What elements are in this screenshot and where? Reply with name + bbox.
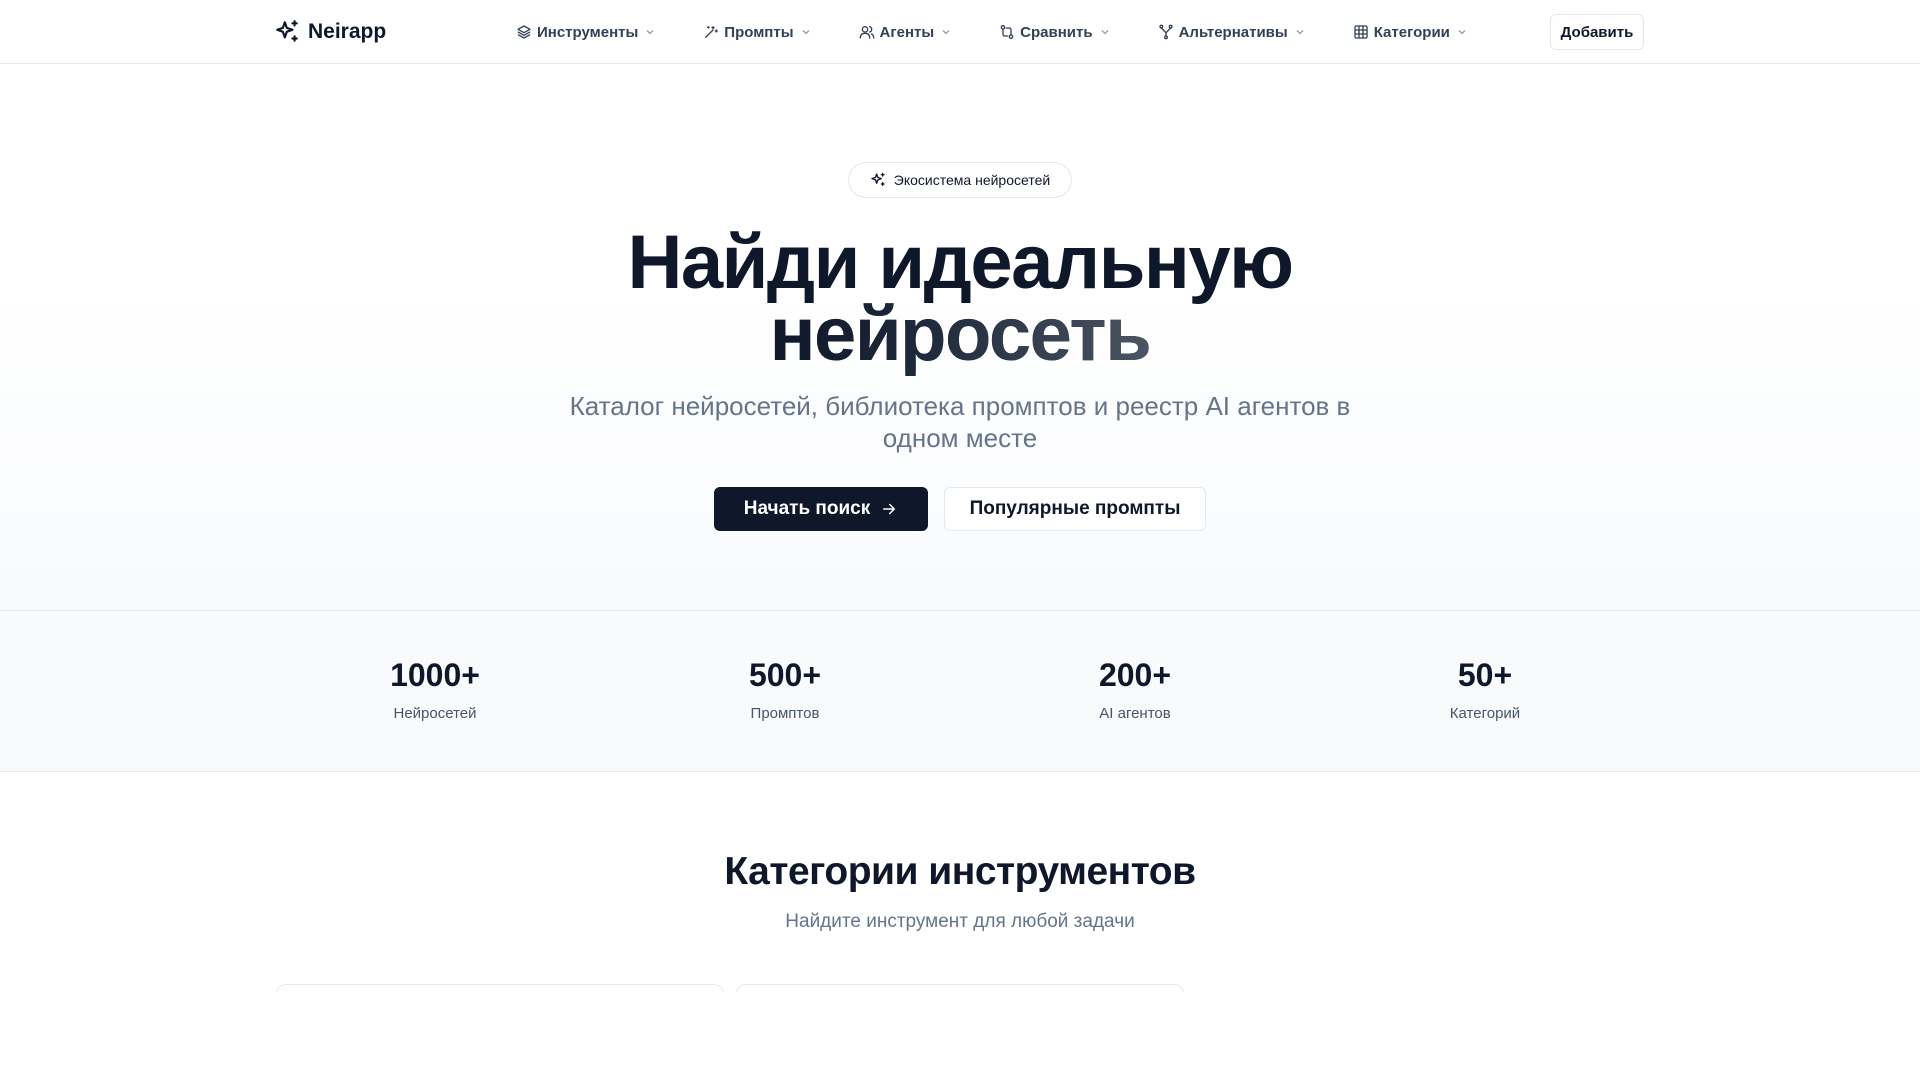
nav-item-label: Агенты <box>879 23 935 41</box>
categories-subtitle: Найдите инструмент для любой задачи <box>785 911 1135 932</box>
chevron-down-icon <box>941 27 951 37</box>
hero-title-line2-wrap: нейросеть <box>0 297 1920 373</box>
nav-item-label: Категории <box>1373 23 1450 41</box>
chevron-down-icon <box>801 27 811 37</box>
popular-prompts-label: Популярные промпты <box>969 498 1181 519</box>
add-button[interactable]: Добавить <box>1550 14 1644 50</box>
start-search-button[interactable]: Начать поиск <box>714 487 928 531</box>
stat-categories: 50+ Категорий <box>1335 659 1635 722</box>
nav-item-prompts[interactable]: Промпты <box>703 24 810 41</box>
stat-label: Категорий <box>1449 705 1521 722</box>
users-icon <box>859 24 875 40</box>
hero-subtitle: Каталог нейросетей, библиотека промптов … <box>569 391 1351 453</box>
stats-section: 1000+ Нейросетей 500+ Промптов 200+ AI а… <box>0 610 1920 772</box>
chevron-down-icon <box>645 27 655 37</box>
stat-value: 1000+ <box>390 657 480 693</box>
page: Neirapp Инструменты Промпты Агенты Сравн… <box>0 0 1920 1080</box>
wand-icon <box>703 24 719 40</box>
arrow-right-icon <box>883 503 896 515</box>
ecosystem-badge: Экосистема нейросетей <box>848 162 1072 198</box>
nav-item-alternatives[interactable]: Альтернативы <box>1158 24 1305 41</box>
nav-item-categories[interactable]: Категории <box>1353 24 1467 41</box>
stat-label: Промптов <box>750 705 820 722</box>
stat-agents: 200+ AI агентов <box>985 659 1285 722</box>
grid-icon <box>1353 24 1369 40</box>
top-navigation: Neirapp Инструменты Промпты Агенты Сравн… <box>0 0 1920 64</box>
hero-title-line1: Найди идеальную <box>627 220 1294 305</box>
compare-icon <box>999 24 1015 40</box>
nav-item-label: Инструменты <box>537 23 639 41</box>
sparkles-icon <box>871 172 885 186</box>
nav-item-label: Сравнить <box>1020 23 1093 41</box>
logo[interactable]: Neirapp <box>274 18 386 46</box>
chevron-down-icon <box>1457 27 1467 37</box>
hero-section: Экосистема нейросетей Найди идеальную не… <box>0 65 1920 610</box>
badge-text: Экосистема нейросетей <box>893 172 1051 188</box>
split-icon <box>1158 24 1174 40</box>
nav-item-label: Альтернативы <box>1178 23 1288 41</box>
stat-value: 200+ <box>1098 657 1172 693</box>
layers-icon <box>516 24 532 40</box>
start-search-label: Начать поиск <box>743 498 871 519</box>
stat-neural-networks: 1000+ Нейросетей <box>285 659 585 722</box>
nav-item-compare[interactable]: Сравнить <box>999 24 1109 41</box>
sparkles-icon <box>276 20 298 42</box>
popular-prompts-button[interactable]: Популярные промпты <box>944 487 1206 531</box>
nav-menu: Инструменты Промпты Агенты Сравнить Альт… <box>516 18 1467 46</box>
chevron-down-icon <box>1295 27 1305 37</box>
nav-item-label: Промпты <box>724 23 794 41</box>
hero-title-line2: нейросеть <box>769 292 1152 377</box>
logo-text: Neirapp <box>308 20 387 43</box>
stat-prompts: 500+ Промптов <box>635 659 935 722</box>
stat-label: Нейросетей <box>393 705 477 722</box>
viewport-cutoff <box>0 992 1920 1080</box>
stat-value: 50+ <box>1457 657 1513 693</box>
stat-label: AI агентов <box>1099 705 1171 722</box>
nav-item-tools[interactable]: Инструменты <box>516 24 655 41</box>
nav-item-agents[interactable]: Агенты <box>859 24 952 41</box>
stat-value: 500+ <box>748 657 822 693</box>
categories-title: Категории инструментов <box>724 850 1196 893</box>
chevron-down-icon <box>1100 27 1110 37</box>
